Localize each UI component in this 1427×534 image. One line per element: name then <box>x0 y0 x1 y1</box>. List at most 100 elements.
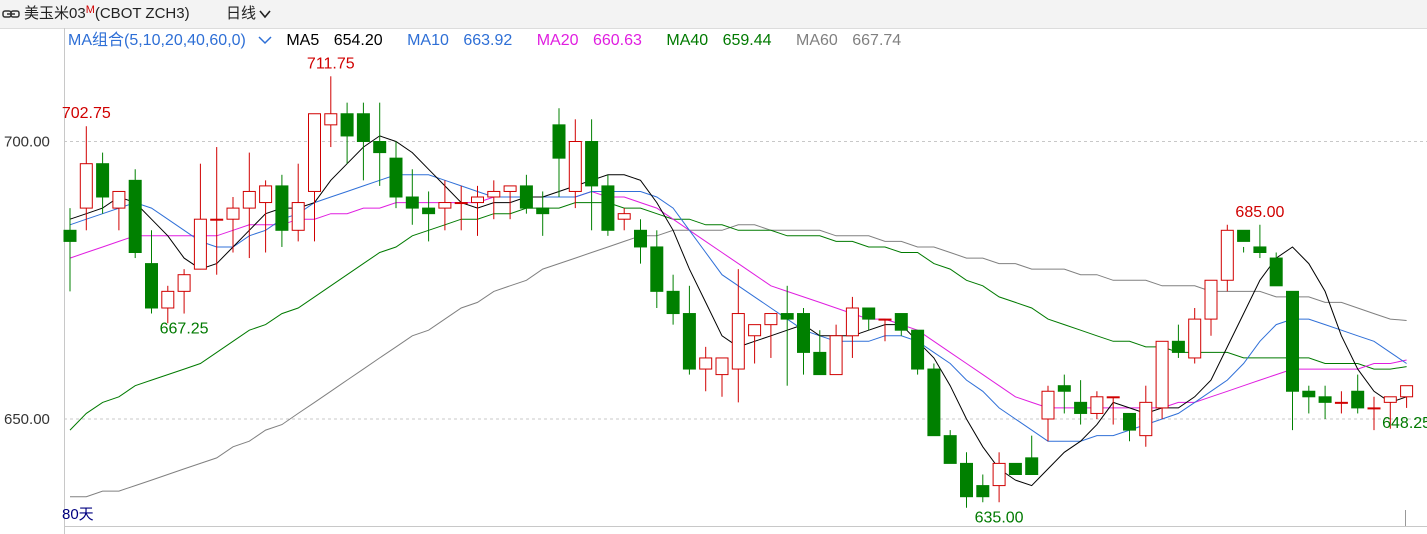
candle-body <box>960 462 973 498</box>
candle-body <box>1008 462 1022 475</box>
candle-body <box>911 329 925 370</box>
candle-body <box>1155 340 1169 409</box>
candle-body <box>79 163 93 209</box>
candle-body <box>340 113 354 137</box>
symbol-name: 美玉米03 <box>24 5 86 22</box>
ma5-legend: MA5 654.20 <box>286 32 392 49</box>
candle-body <box>1057 385 1071 392</box>
link-icon[interactable] <box>2 7 20 21</box>
y-tick-label: 650.00 <box>4 411 50 428</box>
ma40-legend: MA40 659.44 <box>666 32 781 49</box>
days-range-label: 80天 <box>62 506 94 523</box>
candle-body <box>128 179 142 254</box>
ma20-legend: MA20 660.63 <box>537 32 652 49</box>
candle-body <box>259 185 273 204</box>
candle-body <box>976 485 990 498</box>
symbol-code: (CBOT ZCH3) <box>94 5 190 22</box>
candle-body <box>992 462 1006 487</box>
chevron-down-icon <box>259 10 271 19</box>
candle-body <box>177 274 191 292</box>
candle-body <box>1220 229 1234 281</box>
candle-body <box>797 313 810 353</box>
price-annotation: 648.25 <box>1382 415 1427 432</box>
ma20-label: MA20 <box>536 32 579 49</box>
candle-body <box>1204 279 1218 320</box>
candle-body <box>666 290 680 315</box>
period-label: 日线 <box>226 5 257 22</box>
candle-body <box>242 190 256 209</box>
ma60-legend: MA60 667.74 <box>796 32 911 49</box>
candle-body <box>96 163 110 198</box>
bottom-axis-line <box>64 526 1427 527</box>
candlestick-chart[interactable]: 700.00 650.00 702.75 667.25 711.75 635.00 685.… <box>0 52 1427 526</box>
candle-body <box>291 202 305 231</box>
candle-body <box>161 290 175 309</box>
candle-body <box>503 185 517 192</box>
candle-body <box>1025 457 1039 476</box>
candle-body <box>845 307 859 337</box>
candle-body <box>145 263 158 309</box>
candle-body <box>373 141 387 154</box>
candle-body <box>650 246 664 292</box>
price-annotation: 635.00 <box>975 509 1024 526</box>
candle-body <box>112 190 126 209</box>
header-bar: 美玉米03M(CBOT ZCH3) 日线 <box>0 0 1427 29</box>
ma40-value: 659.44 <box>722 32 772 49</box>
ma-combo-label: MA组合(5,10,20,40,60,0) <box>68 32 246 49</box>
y-tick-label: 700.00 <box>4 134 50 151</box>
candle-body <box>829 335 843 376</box>
candle-body <box>324 113 338 126</box>
candle-body <box>1302 390 1316 398</box>
candle-body <box>405 196 419 209</box>
candle-body <box>699 357 713 370</box>
candle-body <box>1074 401 1088 414</box>
candle-body <box>878 318 892 321</box>
chevron-down-icon <box>258 36 272 45</box>
price-annotation: 667.25 <box>160 321 209 338</box>
candle-body <box>210 218 224 221</box>
symbol-badge: M <box>85 4 95 16</box>
candle-body <box>748 324 762 337</box>
price-annotation: 711.75 <box>307 55 355 72</box>
candle-body <box>927 368 941 437</box>
candle-body <box>1123 412 1136 431</box>
candle-body <box>1367 407 1381 410</box>
candle-body <box>454 202 468 205</box>
ma60-value: 667.74 <box>852 32 902 49</box>
ma10-label: MA10 <box>407 32 449 49</box>
period-selector[interactable]: 日线 <box>226 0 271 28</box>
price-annotation: 685.00 <box>1235 204 1284 221</box>
candle-body <box>1139 401 1153 437</box>
candle-body <box>1188 318 1202 359</box>
candle-body <box>63 229 77 242</box>
candle-body <box>682 313 696 370</box>
candle-body <box>536 207 550 215</box>
candle-body <box>731 313 745 370</box>
candle-body <box>813 351 827 376</box>
candle-body <box>1318 396 1332 403</box>
candle-body <box>715 357 729 376</box>
ma20-value: 660.63 <box>592 32 642 49</box>
candle-body <box>1269 257 1283 287</box>
ma-legend: MA组合(5,10,20,40,60,0) MA5 654.20 MA10 66… <box>68 31 921 51</box>
candle-body <box>193 218 207 270</box>
candle-body <box>438 202 452 209</box>
candle-body <box>356 113 370 142</box>
candle-body <box>1041 390 1055 420</box>
candle-body <box>1253 246 1267 253</box>
candle-body <box>568 141 582 192</box>
candle-body <box>1171 340 1185 353</box>
candle-body <box>552 124 566 159</box>
candle-body <box>601 185 615 231</box>
ma5-value: 654.20 <box>333 32 383 49</box>
ma60-label: MA60 <box>796 32 838 49</box>
ma10-value: 663.92 <box>463 32 513 49</box>
candle-body <box>1351 390 1365 409</box>
candle-body <box>780 313 794 320</box>
candle-body <box>308 113 321 192</box>
ma-combo-selector[interactable]: MA组合(5,10,20,40,60,0) <box>68 32 272 49</box>
last-bar-marker <box>1405 510 1406 526</box>
candle-body <box>1334 401 1348 404</box>
candle-body <box>275 185 289 231</box>
candle-body <box>1383 396 1397 403</box>
